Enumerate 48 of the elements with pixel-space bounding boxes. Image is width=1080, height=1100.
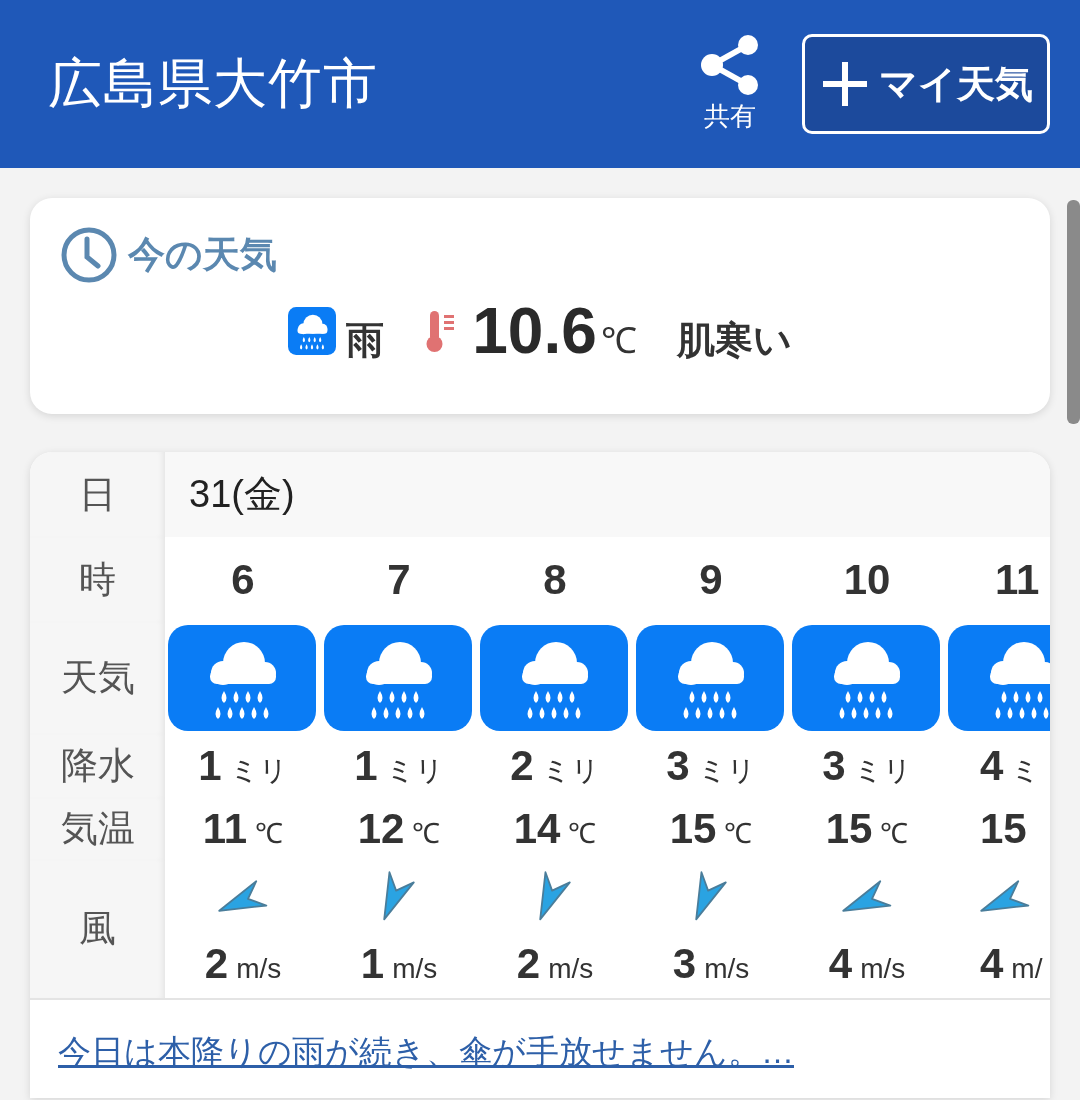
hour-label: 7 [387,555,411,604]
hour-label: 11 [995,555,1040,604]
forecast-summary-link[interactable]: 今日は本降りの雨が続き、傘が手放せません。… [58,1033,794,1070]
date-label: 31(金) [165,452,1050,537]
temperature-value: 15 [980,805,1027,853]
rain-icon [480,625,628,731]
feeling-label: 肌寒い [676,318,792,363]
rain-icon [288,307,337,355]
city-title: 広島県大竹市 [48,51,379,115]
row-label: 天気 [30,622,165,734]
temperature-value: 11 ℃ [202,805,284,853]
rain-icon [324,625,472,731]
hour-label: 8 [543,555,567,604]
precipitation-value: 1 ミリ [354,742,444,790]
hour-label: 9 [699,555,723,604]
temperature-unit: ℃ [600,319,637,363]
current-weather-heading: 今の天気 [128,233,277,277]
my-weather-button[interactable]: マイ天気 [802,34,1050,134]
wind-speed-value: 2 m/s [516,940,594,988]
current-temperature: 10.6 [472,294,597,368]
precipitation-value: 2 ミリ [510,742,600,790]
row-label: 気温 [30,798,165,860]
precipitation-value: 1 ミリ [198,742,288,790]
hour-label: 10 [843,555,891,604]
wind-speed-value: 1 m/s [360,940,438,988]
precipitation-value: 3 ミリ [822,742,912,790]
scrollbar[interactable] [1067,200,1080,424]
row-label: 風 [30,860,165,998]
precipitation-value: 4 ミ [980,742,1041,790]
row-label: 降水 [30,734,165,798]
temperature-value: 15 ℃ [825,805,909,853]
temperature-value: 15 ℃ [669,805,753,853]
row-label: 時 [30,537,165,622]
precipitation-value: 3 ミリ [666,742,756,790]
temperature-value: 12 ℃ [357,805,441,853]
wind-speed-value: 4 m/s [828,940,906,988]
row-label: 日 [30,452,165,537]
rain-icon [792,625,940,731]
wind-speed-value: 3 m/s [672,940,750,988]
share-button[interactable]: 共有 [698,34,762,134]
temperature-value: 14 ℃ [513,805,597,853]
rain-icon [168,625,316,731]
weather-condition: 雨 [346,318,385,363]
wind-speed-value: 2 m/s [204,940,282,988]
hour-label: 6 [231,555,255,604]
wind-speed-value: 4 m/ [980,940,1043,988]
clock-icon [60,226,118,284]
rain-icon [636,625,784,731]
